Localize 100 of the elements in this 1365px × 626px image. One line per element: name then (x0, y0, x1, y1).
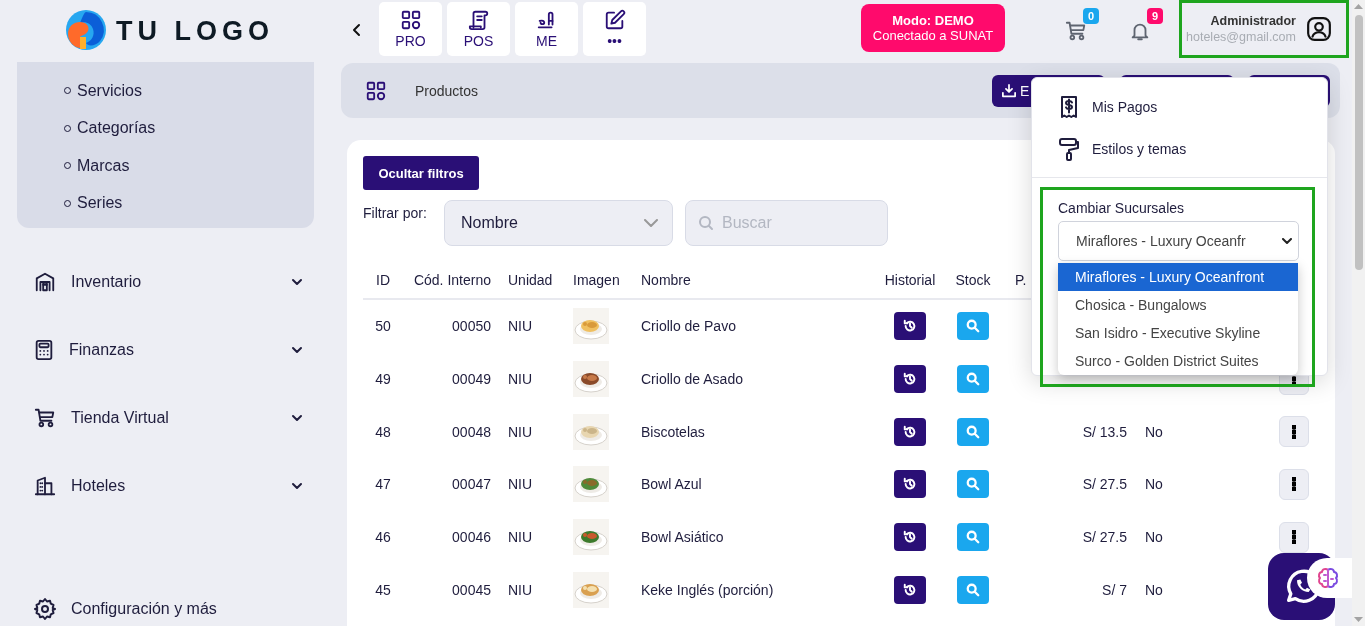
table-cell-text: No (1144, 529, 1164, 546)
paint-roller-icon (1058, 137, 1080, 161)
dropdown-option[interactable]: Chosica - Bungalows (1058, 291, 1298, 319)
column-header: Stock (955, 272, 991, 288)
document-icon (467, 9, 490, 31)
search-icon (966, 477, 980, 492)
module-button[interactable]: POS (447, 2, 510, 56)
calculator-icon (34, 339, 54, 361)
column-header: P. (1015, 272, 1027, 288)
history-button[interactable] (894, 365, 926, 394)
more-button[interactable] (1279, 468, 1309, 500)
filter-select[interactable]: Nombre (444, 200, 673, 246)
history-icon (903, 477, 917, 492)
chevron-down-icon (291, 482, 303, 490)
sidebar-item[interactable]: Hoteles (0, 452, 341, 520)
scrollbar-thumb[interactable] (1355, 15, 1363, 270)
history-button[interactable] (894, 575, 926, 604)
stock-search-button[interactable] (957, 470, 989, 499)
table-cell-text: NIU (507, 318, 534, 335)
chevron-down-icon (644, 219, 658, 227)
history-button[interactable] (894, 470, 926, 499)
toggle-filters-button[interactable]: Ocultar filtros (363, 156, 479, 190)
history-icon (903, 319, 917, 334)
more-button[interactable] (1279, 521, 1309, 553)
chevron-down-icon (291, 278, 303, 286)
filter-label: Filtrar por: (363, 204, 428, 221)
sidebar-item[interactable]: Configuración y más (0, 592, 341, 626)
history-icon (903, 582, 917, 597)
module-button[interactable]: ••• (583, 2, 646, 56)
table-cell-text: Keke Inglés (porción) (640, 581, 775, 598)
chevron-down-icon (291, 346, 303, 354)
table-cell-text: 46 (374, 529, 392, 546)
table-cell-text: 45 (374, 581, 392, 598)
history-button[interactable] (894, 312, 926, 341)
menu-item[interactable]: Mis Pagos (1032, 86, 1327, 128)
more-button[interactable] (1279, 416, 1309, 448)
submenu-item[interactable]: Series (17, 184, 314, 222)
table-cell-text: NIU (507, 423, 534, 440)
table-cell-text: NIU (507, 529, 534, 546)
page-title: Productos (415, 82, 480, 99)
demo-badge: Modo: DEMO Conectado a SUNAT (861, 4, 1005, 52)
table-cell-text: 00046 (451, 529, 492, 546)
module-button[interactable]: PRO (379, 2, 442, 56)
dropdown-option[interactable]: San Isidro - Executive Skyline (1058, 319, 1298, 347)
table-cell-text: 00045 (451, 581, 492, 598)
stock-search-button[interactable] (957, 312, 989, 341)
table-cell-text: No (1144, 581, 1164, 598)
brain-icon (1316, 567, 1340, 589)
cart-icon (34, 407, 56, 429)
branch-select[interactable]: Miraflores - Luxury Oceanfr (1058, 221, 1299, 261)
history-icon (903, 530, 917, 545)
warehouse-icon (34, 271, 56, 293)
column-header: ID (376, 272, 390, 288)
menu-item[interactable]: Estilos y temas (1032, 128, 1327, 170)
module-button[interactable]: ME (515, 2, 578, 56)
search-icon (966, 582, 980, 597)
stock-search-button[interactable] (957, 365, 989, 394)
sidebar-item[interactable]: Tienda Virtual (0, 384, 341, 452)
column-header: Nombre (641, 272, 691, 288)
table-cell-text: S/ 27.5 (1081, 476, 1128, 493)
history-icon (903, 372, 917, 387)
stock-search-button[interactable] (957, 417, 989, 446)
search-icon (966, 424, 980, 439)
submenu-item[interactable]: Servicios (17, 72, 314, 110)
table-cell-text: S/ 27.5 (1081, 529, 1128, 546)
search-icon (966, 372, 980, 387)
assistant-button[interactable] (1307, 558, 1352, 598)
history-button[interactable] (894, 523, 926, 552)
table-cell-text: NIU (507, 476, 534, 493)
chevron-left-icon (352, 23, 362, 37)
table-cell-text: S/ 13.5 (1081, 423, 1128, 440)
kebab-icon (1292, 424, 1296, 439)
field-label: Cambiar Sucursales (1058, 200, 1185, 216)
table-cell-text: NIU (507, 371, 534, 388)
table-cell-text: 00047 (451, 476, 492, 493)
sidebar-item[interactable]: Inventario (0, 248, 341, 316)
grid-icon (365, 79, 387, 102)
stock-search-button[interactable] (957, 523, 989, 552)
dropdown-option[interactable]: Miraflores - Luxury Oceanfront (1058, 263, 1298, 291)
dropdown-option[interactable]: Surco - Golden District Suites (1058, 347, 1298, 375)
count-badge: 0 (1083, 8, 1099, 24)
table-cell-text: Criollo de Pavo (640, 318, 737, 335)
stock-search-button[interactable] (957, 575, 989, 604)
user-account[interactable]: Administrador hoteles@gmail.com (1179, 0, 1349, 58)
receipt-icon (1058, 95, 1080, 119)
history-icon (903, 424, 917, 439)
table-cell-text: 49 (374, 371, 392, 388)
chevron-down-icon (291, 414, 303, 422)
table-cell-text: No (1144, 476, 1164, 493)
grid-icon (399, 9, 422, 31)
history-button[interactable] (894, 417, 926, 446)
submenu-item[interactable]: Marcas (17, 147, 314, 185)
table-cell-text: Criollo de Asado (640, 371, 744, 388)
table-cell-text: NIU (507, 581, 534, 598)
building-icon (34, 475, 56, 497)
submenu-item[interactable]: Categorías (17, 109, 314, 147)
table-cell-text: 50 (374, 318, 392, 335)
cart-icon (1065, 20, 1087, 42)
kebab-icon (1292, 530, 1296, 545)
sidebar-item[interactable]: Finanzas (0, 316, 341, 384)
